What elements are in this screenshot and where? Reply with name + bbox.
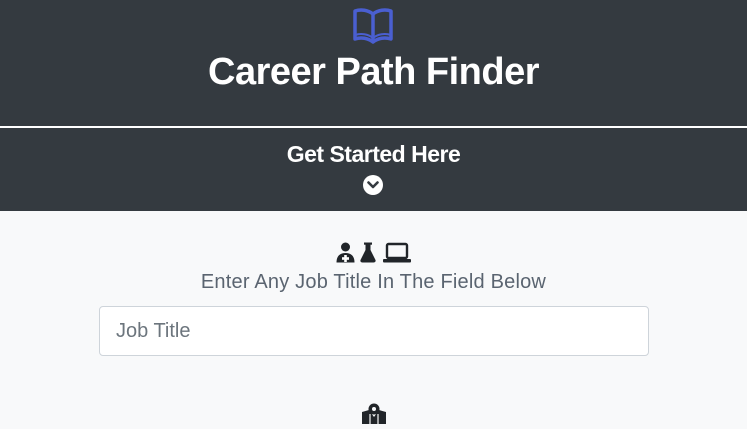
job-title-input[interactable]: [99, 306, 649, 356]
category-icons: [336, 242, 412, 264]
map-icon: [361, 403, 387, 424]
user-doctor-icon: [336, 242, 355, 268]
chevron-circle-down-icon[interactable]: [363, 175, 383, 195]
app-title: Career Path Finder: [208, 51, 540, 93]
laptop-icon: [383, 242, 411, 268]
instruction-text: Enter Any Job Title In The Field Below: [200, 271, 547, 293]
main-content: Enter Any Job Title In The Field Below: [0, 211, 747, 424]
get-started-label: Get Started Here: [286, 141, 461, 167]
get-started-section[interactable]: Get Started Here: [0, 128, 747, 211]
header: Career Path Finder: [0, 0, 747, 126]
book-open-icon: [352, 5, 394, 45]
flask-icon: [360, 242, 376, 268]
